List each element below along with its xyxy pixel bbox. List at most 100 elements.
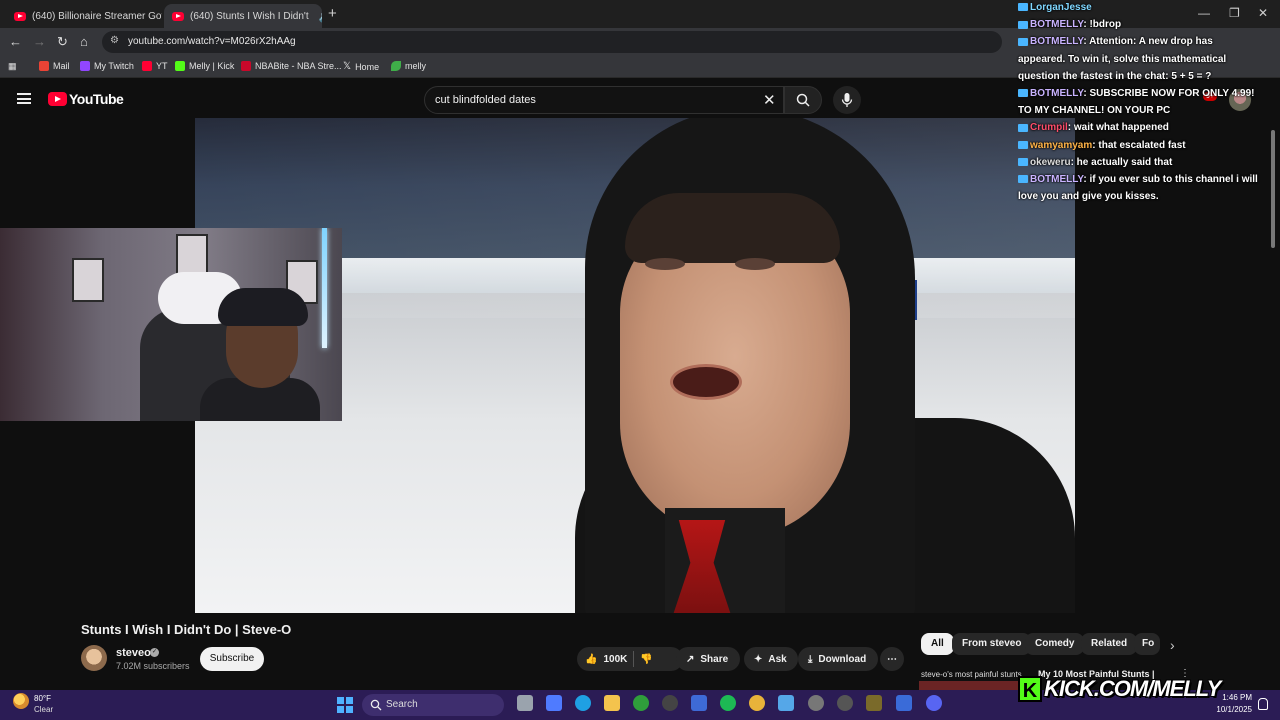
like-button[interactable]: 👍 100K (577, 654, 627, 665)
chrome-icon[interactable] (749, 695, 765, 711)
bookmark-yt[interactable]: YT (142, 61, 168, 71)
chat-badge-icon (1018, 37, 1028, 46)
bookmark-label: My Twitch (94, 61, 134, 71)
voice-search-button[interactable] (833, 86, 861, 114)
copilot-icon[interactable] (546, 695, 562, 711)
chat-username[interactable]: Crumpil (1030, 122, 1068, 133)
new-tab-button[interactable]: + (328, 5, 337, 22)
search-input[interactable]: cut blindfolded dates (424, 86, 784, 114)
notification-icon[interactable] (1258, 698, 1268, 710)
microphone-icon (841, 93, 853, 107)
chat-message: BOTMELLY: Attention: A new drop has (1018, 34, 1213, 50)
channel-name[interactable]: steveo (116, 647, 151, 659)
search-button[interactable] (784, 86, 822, 114)
browser-tab-1[interactable]: (640) Billionaire Streamer Got C ✕ (6, 4, 162, 28)
chevron-right-icon[interactable]: › (1170, 637, 1175, 653)
youtube-logo-text[interactable]: YouTube (69, 91, 124, 107)
home-icon[interactable]: ⌂ (80, 34, 88, 49)
youtube-icon (142, 61, 152, 71)
tab-title: (640) Stunts I Wish I Didn't (190, 10, 309, 22)
youtube-favicon-icon (172, 11, 184, 21)
menu-icon[interactable] (17, 93, 31, 104)
chat-message: Crumpil: wait what happened (1018, 120, 1169, 136)
share-button[interactable]: ↗ Share (676, 647, 740, 671)
bookmark-home[interactable]: 𝕏 Home (343, 61, 379, 72)
chip-comedy[interactable]: Comedy (1025, 633, 1085, 655)
xbox-icon[interactable] (633, 695, 649, 711)
bookmark-nbabite[interactable]: NBABite - NBA Stre... (241, 61, 342, 71)
chat-text: : SUBSCRIBE NOW FOR ONLY 4.99! (1083, 88, 1255, 99)
discord-icon[interactable] (926, 695, 942, 711)
chat-message: question the fastest in the chat: 5 + 5 … (1018, 69, 1211, 85)
apps-grid-icon[interactable]: ▦ (8, 61, 17, 72)
bookmark-my-twitch[interactable]: My Twitch (80, 61, 134, 71)
file-explorer-icon[interactable] (604, 695, 620, 711)
chat-username[interactable]: BOTMELLY (1030, 88, 1083, 99)
sparkle-icon: ✦ (754, 653, 763, 665)
more-actions-button[interactable]: ⋯ (880, 647, 904, 671)
obs-icon[interactable] (662, 695, 678, 711)
webcam-poster (72, 258, 104, 302)
chat-badge-icon (1018, 140, 1028, 149)
bookmark-melly[interactable]: melly (391, 61, 426, 71)
chat-username[interactable]: BOTMELLY (1030, 174, 1083, 185)
task-view-icon[interactable] (517, 695, 533, 711)
chat-badge-icon (1018, 158, 1028, 167)
more-icon: ⋯ (887, 653, 897, 665)
bookmark-label: Melly | Kick (189, 61, 235, 71)
chip-fo[interactable]: Fo (1134, 633, 1160, 655)
search-icon (796, 93, 810, 107)
channel-avatar[interactable] (81, 645, 107, 671)
chip-from-steveo[interactable]: From steveo (952, 633, 1032, 655)
chat-username[interactable]: okeweru (1030, 157, 1071, 168)
chat-text: : that escalated fast (1092, 139, 1186, 151)
browser-tab-2[interactable]: (640) Stunts I Wish I Didn't 🔊 ✕ (164, 4, 322, 28)
chat-username[interactable]: wamyamyam (1030, 140, 1092, 151)
share-icon: ↗ (686, 653, 695, 665)
speaker-icon[interactable]: 🔊 (313, 10, 322, 23)
thumbs-down-icon[interactable]: 👎 (640, 654, 652, 665)
clear-search-icon[interactable]: ✕ (763, 91, 776, 109)
system-date[interactable]: 10/1/2025 (1206, 705, 1252, 714)
weather-icon[interactable] (13, 693, 29, 709)
spotify-icon[interactable] (720, 695, 736, 711)
chat-message: wamyamyam: that escalated fast (1018, 138, 1186, 154)
bookmark-label: Home (355, 61, 380, 72)
youtube-logo-icon[interactable] (48, 92, 67, 106)
terminal-icon[interactable] (837, 695, 853, 711)
chat-scrollbar[interactable] (1271, 130, 1275, 248)
chat-username[interactable]: BOTMELLY (1030, 19, 1083, 30)
chip-related[interactable]: Related (1081, 633, 1138, 655)
bookmark-melly-kick[interactable]: Melly | Kick (175, 61, 234, 71)
search-query: cut blindfolded dates (435, 94, 536, 106)
chat-text: love you and give you kisses. (1018, 191, 1159, 203)
edge-icon[interactable] (575, 695, 591, 711)
nba-icon (241, 61, 251, 71)
subscribe-button[interactable]: Subscribe (200, 647, 264, 671)
ask-button[interactable]: ✦ Ask (744, 647, 798, 671)
video-eye-right (735, 258, 775, 270)
game-icon[interactable] (866, 695, 882, 711)
recommendation-thumbnail[interactable] (919, 681, 1019, 690)
chat-text: : if you ever sub to this channel i will (1083, 174, 1258, 185)
photos-icon[interactable] (778, 695, 794, 711)
address-bar[interactable]: ⚙ youtube.com/watch?v=M026rX2hAAg (102, 31, 1002, 53)
taskbar-search[interactable]: Search (362, 694, 504, 716)
media-player-icon[interactable] (808, 695, 824, 711)
chip-all[interactable]: All (921, 633, 954, 655)
site-info-icon[interactable]: ⚙ (110, 35, 119, 46)
windows-start-icon[interactable] (337, 697, 353, 713)
chat-username[interactable]: BOTMELLY (1030, 36, 1083, 47)
reload-icon[interactable]: ↻ (57, 34, 68, 50)
bookmark-mail[interactable]: Mail (39, 61, 70, 71)
chat-message: love you and give you kisses. (1018, 189, 1159, 205)
forward-arrow-icon[interactable]: → (33, 34, 46, 49)
weather-temperature: 80°F (34, 694, 51, 703)
chat-username[interactable]: LorganJesse (1030, 2, 1092, 13)
bookmark-label: Mail (53, 61, 70, 71)
recommendation-channel: steve-o's most painful stunts (921, 670, 1022, 679)
app-icon[interactable] (896, 695, 912, 711)
download-button[interactable]: ⤓ Download (798, 647, 878, 671)
back-arrow-icon[interactable]: ← (9, 34, 22, 49)
store-icon[interactable] (691, 695, 707, 711)
